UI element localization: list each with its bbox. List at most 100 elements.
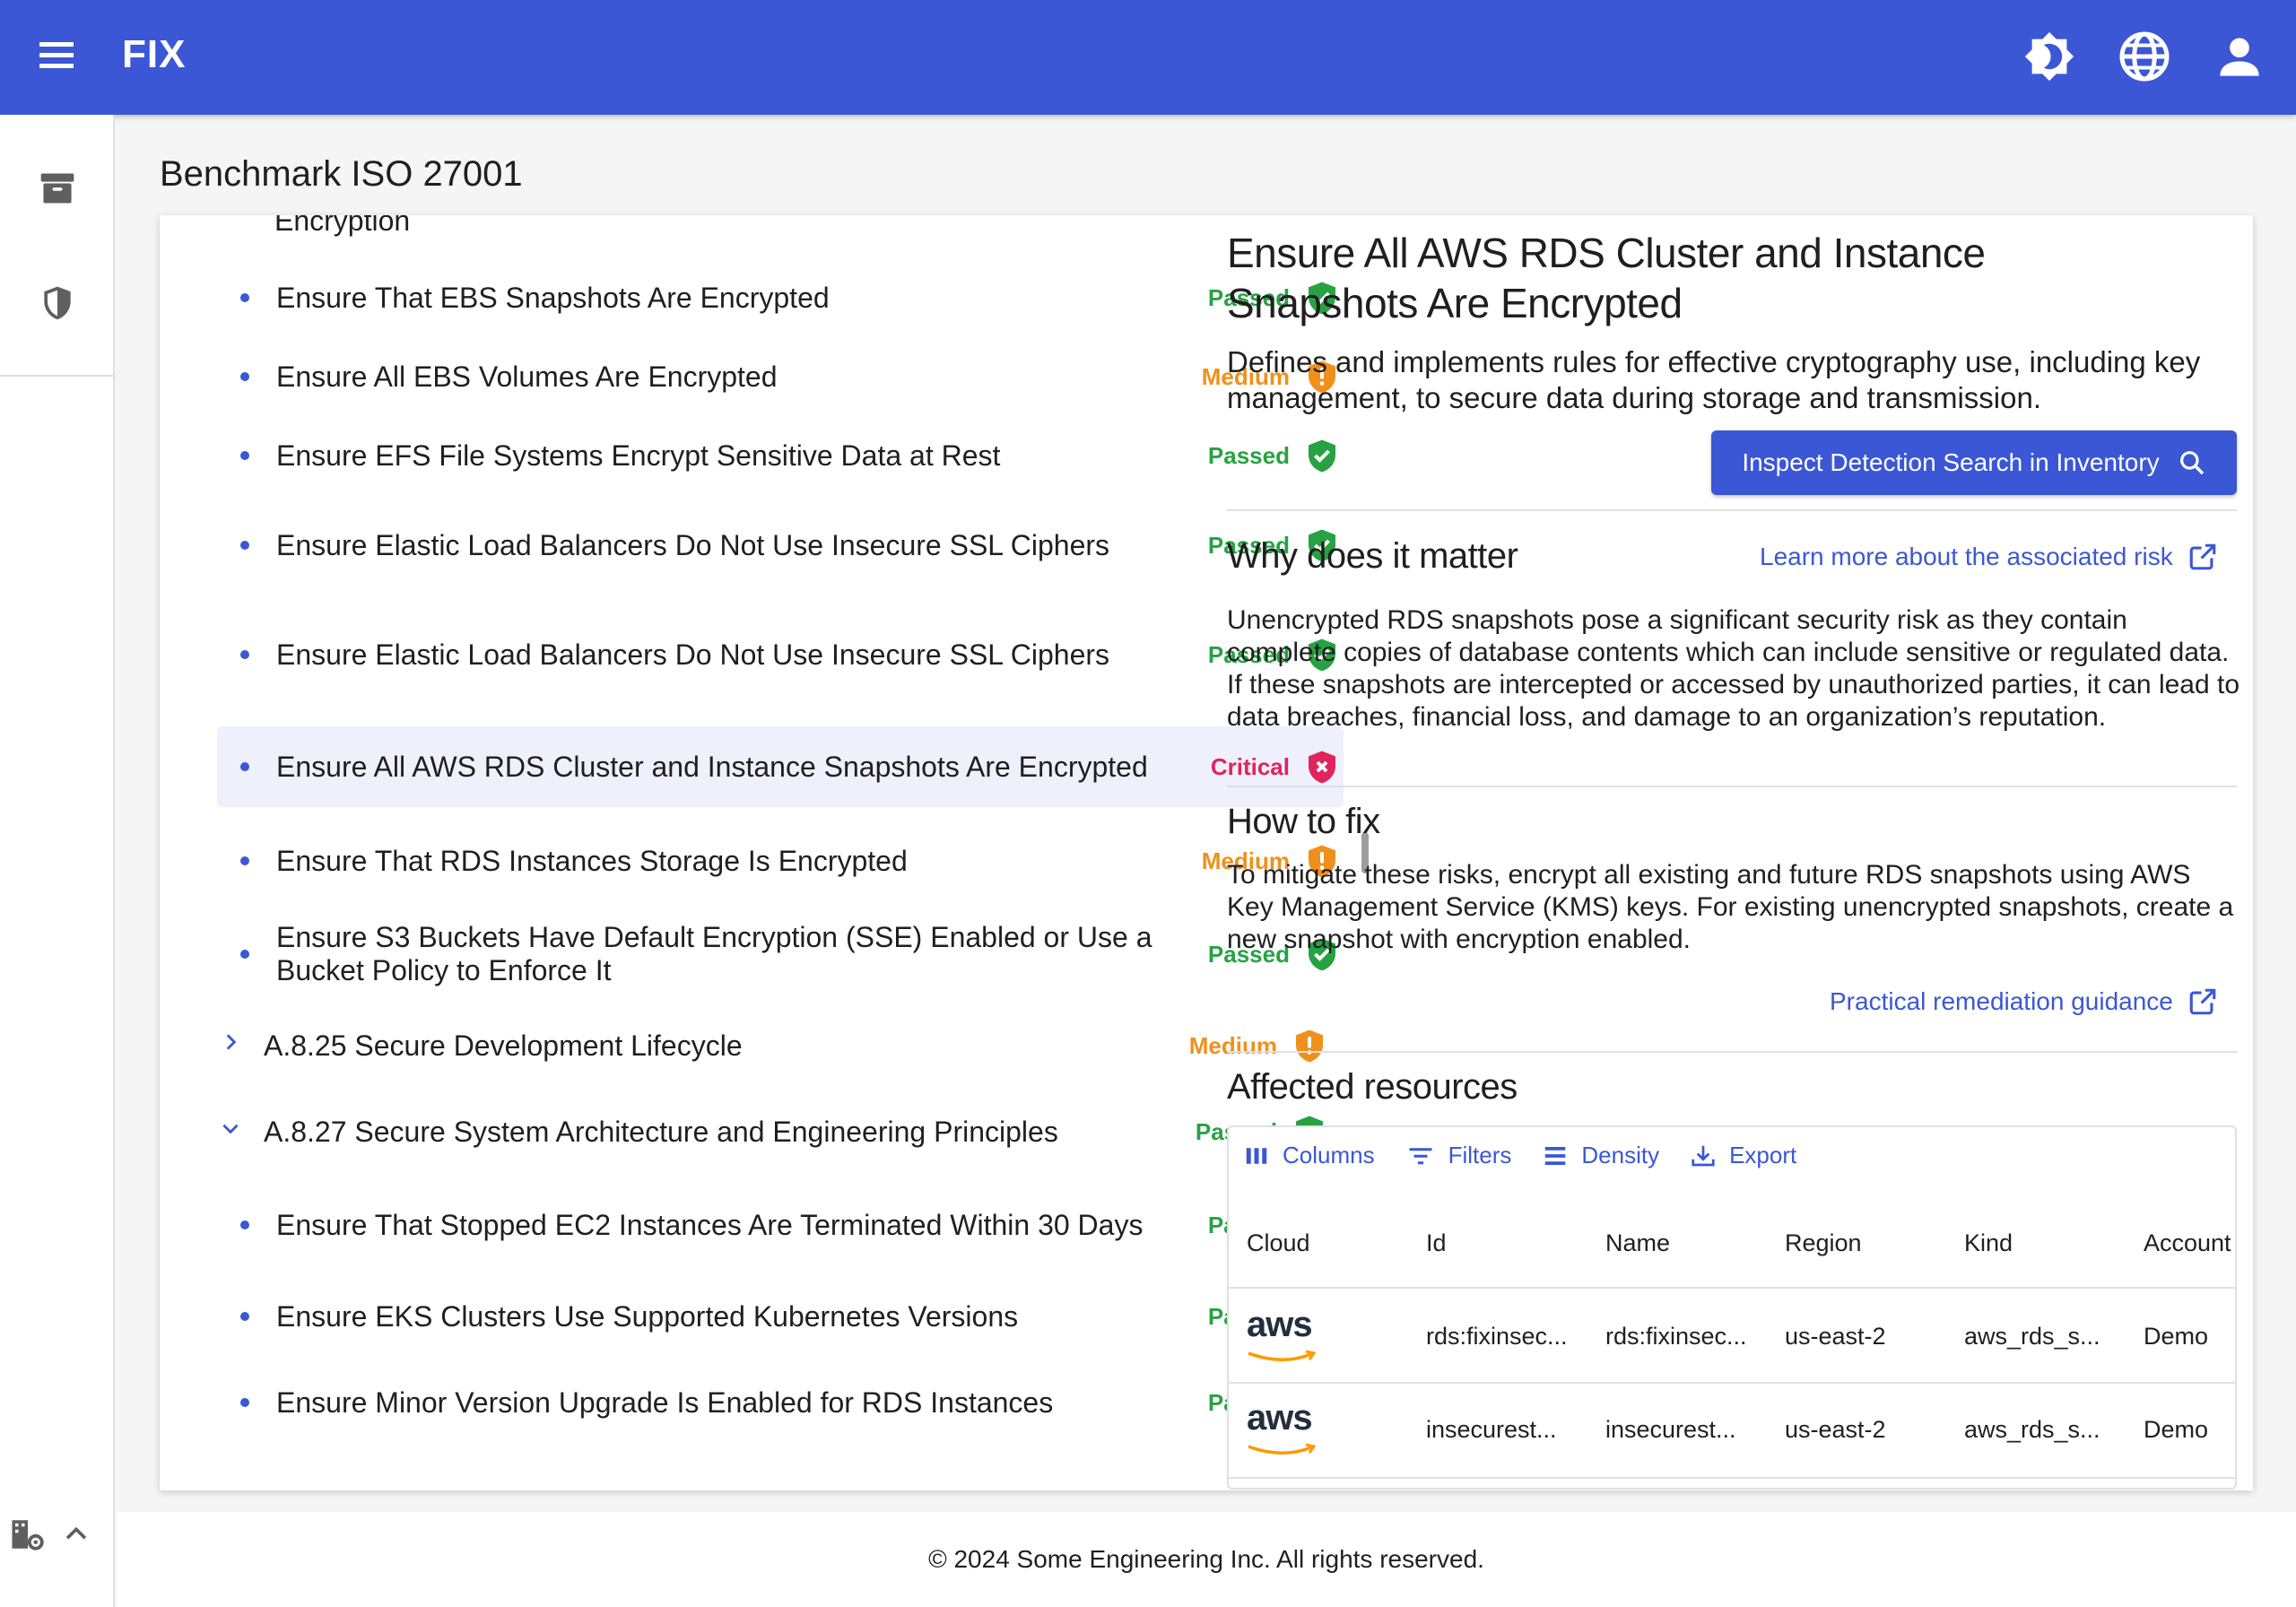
list-item[interactable]: Ensure Elastic Load Balancers Do Not Use…: [217, 617, 1344, 692]
table-row[interactable]: aws rds:fixinsec... rds:fixinsec... us-e…: [1229, 1290, 2235, 1384]
check-list: Encryption Ensure That EBS Snapshots Are…: [160, 215, 1358, 1490]
download-icon: [1692, 1145, 1715, 1166]
bullet: [240, 950, 249, 959]
menu-icon[interactable]: [34, 36, 79, 81]
list-item[interactable]: Ensure Elastic Load Balancers Do Not Use…: [217, 508, 1344, 583]
export-button[interactable]: Export: [1690, 1142, 1796, 1169]
section-row-expanded[interactable]: A.8.27 Secure System Architecture and En…: [204, 1094, 1331, 1169]
why-title: Why does it matter: [1227, 536, 1518, 576]
cell-region: us-east-2: [1785, 1323, 1886, 1350]
list-item[interactable]: Ensure That EBS Snapshots Are Encrypted …: [217, 271, 1344, 325]
associated-risk-link[interactable]: Learn more about the associated risk: [1760, 542, 2218, 572]
sidebar-settings[interactable]: [9, 1516, 91, 1553]
list-item[interactable]: Ensure EKS Clusters Use Supported Kubern…: [217, 1290, 1344, 1343]
bullet: [240, 762, 249, 771]
bullet: [240, 451, 249, 460]
bullet: [240, 650, 249, 659]
aws-logo-icon: aws: [1247, 1400, 1318, 1464]
chevron-down-icon[interactable]: [217, 1116, 244, 1147]
list-item-label: Ensure EFS File Systems Encrypt Sensitiv…: [276, 439, 1001, 472]
grid-header-row: Cloud Id Name Region Kind Account: [1229, 1199, 2235, 1289]
chevron-right-icon[interactable]: [217, 1030, 244, 1061]
list-item-label: Ensure Elastic Load Balancers Do Not Use…: [276, 528, 1110, 561]
inventory-archive-icon[interactable]: [34, 165, 81, 212]
resources-grid: Columns Filters Density Export Cloud Id …: [1227, 1125, 2237, 1490]
list-item[interactable]: Ensure Minor Version Upgrade Is Enabled …: [217, 1365, 1344, 1440]
table-row[interactable]: aws insecurest... insecurest... us-east-…: [1229, 1385, 2235, 1479]
bullet: [240, 1220, 249, 1229]
security-shield-icon[interactable]: [34, 280, 81, 326]
columns-button[interactable]: Columns: [1243, 1142, 1375, 1169]
column-header-cloud[interactable]: Cloud: [1247, 1229, 1310, 1257]
column-header-account[interactable]: Account: [2144, 1229, 2231, 1257]
account-icon[interactable]: [2210, 27, 2269, 86]
divider: [1227, 509, 2237, 511]
list-item-label: Ensure That Stopped EC2 Instances Are Te…: [276, 1208, 1144, 1241]
list-item-selected[interactable]: Ensure All AWS RDS Cluster and Instance …: [217, 726, 1344, 807]
app-bar: FIX: [0, 0, 2296, 115]
cell-name: insecurest...: [1605, 1416, 1736, 1443]
list-item[interactable]: Ensure That Stopped EC2 Instances Are Te…: [217, 1187, 1344, 1263]
list-item[interactable]: Ensure That RDS Instances Storage Is Enc…: [217, 834, 1344, 888]
density-button[interactable]: Density: [1542, 1142, 1659, 1169]
divider: [1227, 1051, 2237, 1053]
cell-id: rds:fixinsec...: [1426, 1323, 1568, 1350]
inspect-inventory-button[interactable]: Inspect Detection Search in Inventory: [1711, 430, 2237, 495]
passed-shield-icon: [1309, 439, 1335, 473]
list-item[interactable]: Ensure All EBS Volumes Are Encrypted Med…: [217, 350, 1344, 404]
columns-icon: [1246, 1147, 1267, 1164]
external-link-icon: [2189, 543, 2216, 570]
section-label: A.8.25 Secure Development Lifecycle: [264, 1029, 743, 1062]
critical-shield-icon: [1309, 751, 1335, 784]
density-label: Density: [1581, 1142, 1660, 1168]
list-item[interactable]: Ensure S3 Buckets Have Default Encryptio…: [217, 916, 1344, 992]
link-label: Practical remediation guidance: [1830, 987, 2173, 1015]
cell-kind: aws_rds_s...: [1964, 1416, 2100, 1443]
list-item-cutoff: Encryption: [274, 215, 411, 237]
search-icon: [2179, 451, 2204, 475]
bullet: [240, 293, 249, 302]
fix-text: To mitigate these risks, encrypt all exi…: [1227, 860, 2234, 954]
cell-kind: aws_rds_s...: [1964, 1323, 2100, 1350]
column-header-id[interactable]: Id: [1426, 1229, 1447, 1257]
filters-button[interactable]: Filters: [1405, 1142, 1511, 1169]
detail-title: Ensure All AWS RDS Cluster and Instance …: [1227, 230, 1986, 326]
affected-title: Affected resources: [1227, 1067, 1518, 1107]
brand-logo[interactable]: FIX: [122, 32, 186, 77]
filter-icon: [1409, 1147, 1432, 1164]
copyright-text: © 2024 Some Engineering Inc. All rights …: [928, 1545, 1484, 1573]
list-item-label: Ensure Minor Version Upgrade Is Enabled …: [276, 1385, 1054, 1419]
why-text: Unencrypted RDS snapshots pose a signifi…: [1227, 605, 2240, 732]
cell-account: Demo: [2144, 1416, 2209, 1443]
list-item-label: Ensure All AWS RDS Cluster and Instance …: [276, 750, 1148, 783]
divider: [1227, 786, 2237, 787]
grid-toolbar: Columns Filters Density Export: [1243, 1142, 1796, 1169]
list-item[interactable]: Ensure EFS File Systems Encrypt Sensitiv…: [217, 429, 1344, 482]
export-label: Export: [1729, 1142, 1797, 1168]
list-item-label: Ensure All EBS Volumes Are Encrypted: [276, 360, 778, 393]
column-header-kind[interactable]: Kind: [1964, 1229, 2013, 1257]
bullet: [240, 1398, 249, 1407]
list-item-label: Ensure Elastic Load Balancers Do Not Use…: [276, 638, 1110, 671]
inspect-button-label: Inspect Detection Search in Inventory: [1742, 448, 2160, 476]
column-header-name[interactable]: Name: [1605, 1229, 1670, 1257]
cell-region: us-east-2: [1785, 1416, 1886, 1443]
section-row-collapsed[interactable]: A.8.25 Secure Development Lifecycle Medi…: [204, 1019, 1331, 1073]
building-settings-icon[interactable]: [9, 1516, 47, 1553]
page-title: Benchmark ISO 27001: [160, 154, 523, 194]
appbar-actions: [2020, 27, 2269, 86]
remediation-guidance-link[interactable]: Practical remediation guidance: [1830, 986, 2218, 1017]
list-item-label: Ensure EKS Clusters Use Supported Kubern…: [276, 1299, 1019, 1333]
list-item-label: Ensure S3 Buckets Have Default Encryptio…: [276, 921, 1152, 986]
theme-toggle-icon[interactable]: [2020, 27, 2079, 86]
chevron-up-icon[interactable]: [61, 1519, 91, 1550]
column-header-region[interactable]: Region: [1785, 1229, 1862, 1257]
sidebar: [0, 115, 115, 1607]
density-icon: [1545, 1146, 1566, 1165]
section-label: A.8.27 Secure System Architecture and En…: [264, 1115, 1058, 1148]
list-item-label: Ensure That EBS Snapshots Are Encrypted: [276, 281, 830, 314]
status-badge: Critical: [1210, 752, 1290, 780]
external-link-icon: [2189, 988, 2216, 1015]
status-badge: Passed: [1207, 441, 1290, 469]
language-globe-icon[interactable]: [2115, 27, 2174, 86]
